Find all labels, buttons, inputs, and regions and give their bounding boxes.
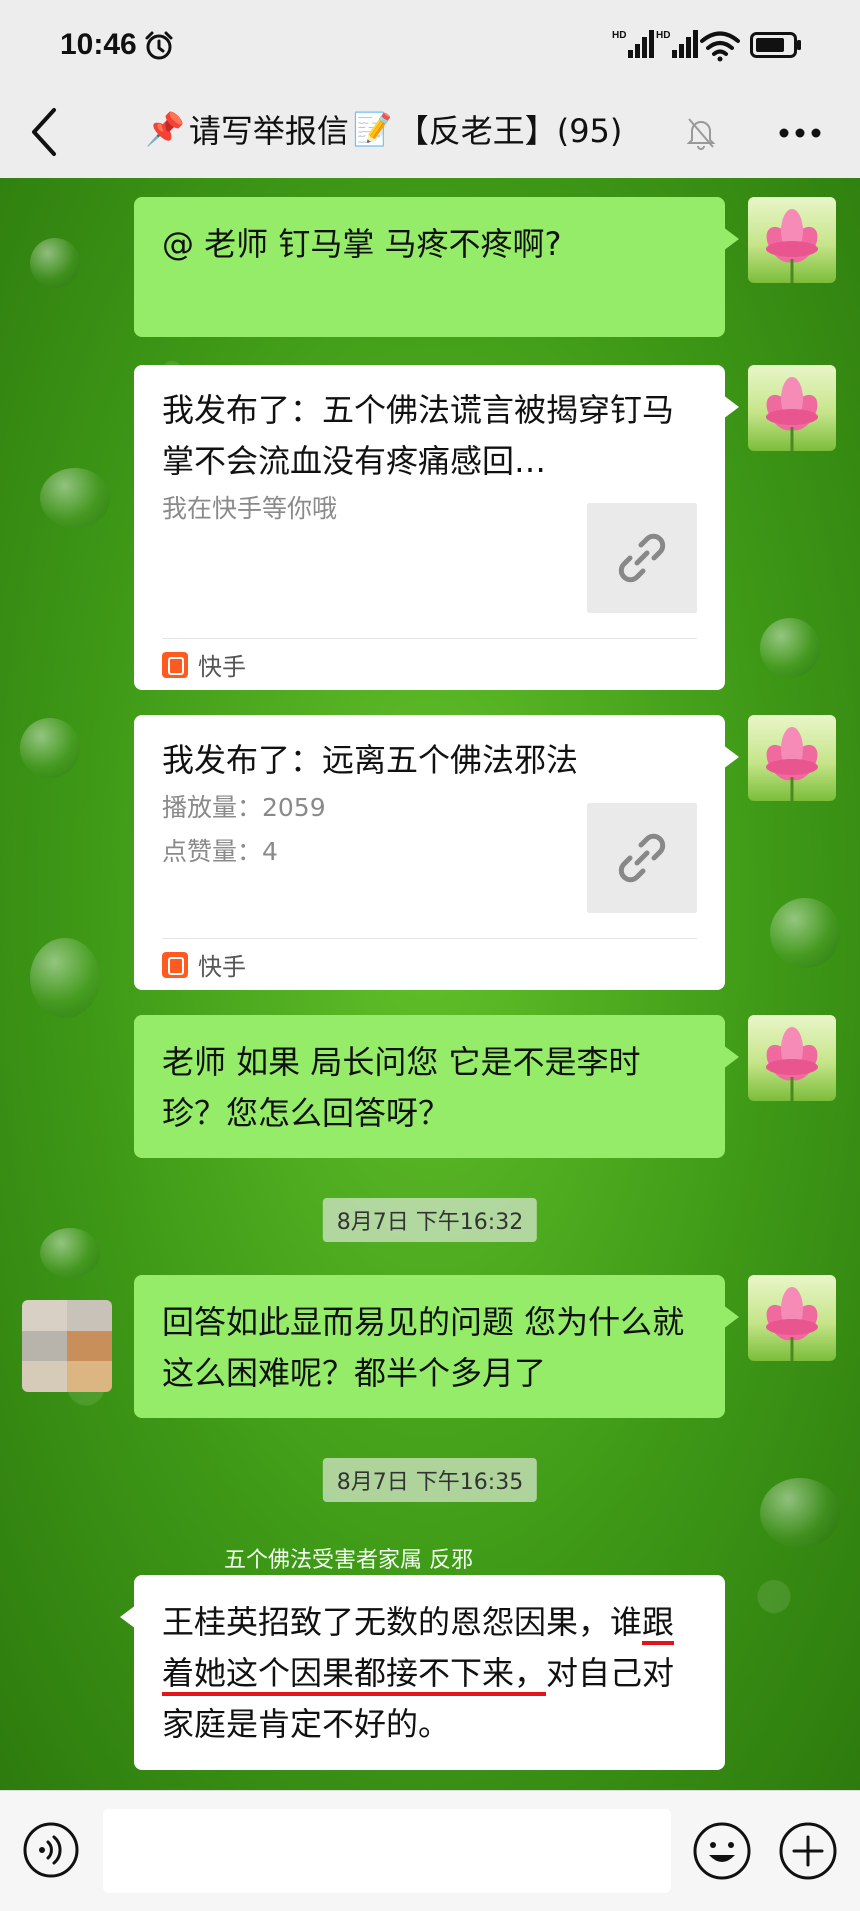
avatar[interactable] xyxy=(748,1015,836,1101)
message-input[interactable] xyxy=(103,1809,671,1893)
more-icon[interactable] xyxy=(776,120,824,146)
chat-title-group: 【反老王】(95) xyxy=(396,112,623,150)
kuaishou-logo xyxy=(162,951,188,978)
alarm-icon xyxy=(145,31,173,60)
emoji-icon[interactable] xyxy=(692,1821,752,1881)
kuaishou-logo xyxy=(162,651,188,678)
sender-avatar[interactable] xyxy=(22,1300,112,1392)
bubble-tail xyxy=(723,227,739,251)
link-card[interactable]: 我发布了：五个佛法谎言被揭穿钉马掌不会流血没有疼痛感回… 我在快手等你哦 快手 xyxy=(134,365,739,690)
link-card[interactable]: 我发布了：远离五个佛法邪法 播放量：2059 点赞量：4 快手 xyxy=(134,715,739,990)
water-drop xyxy=(760,618,820,678)
water-drop xyxy=(40,468,110,528)
svg-text:HD: HD xyxy=(656,30,670,41)
message-text-part: 王桂英招致了无数的恩怨因果，谁 xyxy=(162,1603,643,1641)
signal-icon: HD xyxy=(656,30,698,58)
status-bar: 10:46 HD HD xyxy=(0,0,860,92)
timestamp: 8月7日 下午16:35 xyxy=(322,1458,538,1502)
sender-name: 五个佛法受害者家属 反邪 xyxy=(224,1548,473,1573)
water-drop xyxy=(760,1478,840,1548)
status-time: 10:46 xyxy=(60,28,137,61)
message-text: 老师 如果 局长问您 它是不是李时珍？您怎么回答呀？ xyxy=(162,1043,641,1132)
link-thumbnail xyxy=(587,503,697,613)
wifi-icon xyxy=(700,31,740,62)
avatar[interactable] xyxy=(748,1275,836,1361)
link-icon xyxy=(618,533,666,583)
message-bubble[interactable]: @ 老师 钉马掌 马疼不疼啊? xyxy=(134,197,739,337)
link-icon xyxy=(618,833,666,883)
link-card-footer: 快手 xyxy=(162,938,697,990)
chat-title-text: 请写举报信 xyxy=(188,112,349,150)
link-card-source: 快手 xyxy=(198,953,246,981)
water-drop xyxy=(30,238,80,288)
avatar[interactable] xyxy=(748,715,836,801)
chat-title[interactable]: 📌 请写举报信 📝 【反老王】(95) xyxy=(145,106,622,152)
link-card-title: 我发布了：远离五个佛法邪法 xyxy=(162,741,579,779)
avatar[interactable] xyxy=(748,365,836,451)
bubble-tail xyxy=(723,1305,739,1329)
memo-emoji: 📝 xyxy=(352,110,393,148)
input-bar xyxy=(0,1790,860,1911)
link-card-footer: 快手 xyxy=(162,638,697,690)
bubble-tail xyxy=(120,1605,136,1629)
link-card-title: 我发布了：五个佛法谎言被揭穿钉马掌不会流血没有疼痛感回… xyxy=(162,391,675,480)
pin-emoji: 📌 xyxy=(145,110,185,148)
title-bar: 📌 请写举报信 📝 【反老王】(95) xyxy=(0,92,860,178)
timestamp: 8月7日 下午16:32 xyxy=(322,1198,538,1242)
incoming-message-text: 王桂英招致了无数的恩怨因果，谁跟着她这个因果都接不下来，对自己对家庭是肯定不好的… xyxy=(134,1575,725,1770)
link-card-source: 快手 xyxy=(198,653,246,681)
message-bubble[interactable]: 回答如此显而易见的问题 您为什么就这么困难呢？都半个多月了 xyxy=(134,1275,739,1418)
voice-icon[interactable] xyxy=(22,1821,80,1879)
back-icon[interactable] xyxy=(26,106,62,158)
water-drop xyxy=(770,898,840,968)
mute-icon xyxy=(686,118,716,150)
link-thumbnail xyxy=(587,803,697,913)
incoming-message-bubble[interactable]: 王桂英招致了无数的恩怨因果，谁跟着她这个因果都接不下来，对自己对家庭是肯定不好的… xyxy=(120,1575,725,1770)
water-drop xyxy=(30,938,100,1018)
bubble-tail xyxy=(723,745,739,769)
message-text: 回答如此显而易见的问题 您为什么就这么困难呢？都半个多月了 xyxy=(162,1303,685,1392)
message-text: @ 老师 钉马掌 马疼不疼啊? xyxy=(162,225,562,263)
bubble-tail xyxy=(723,1045,739,1069)
water-drop xyxy=(20,718,80,778)
plus-icon[interactable] xyxy=(778,1821,838,1881)
signal-icon: HD xyxy=(612,30,654,58)
battery-icon xyxy=(750,32,801,58)
avatar[interactable] xyxy=(748,197,836,283)
svg-text:HD: HD xyxy=(612,30,626,41)
bubble-tail xyxy=(723,395,739,419)
water-drop xyxy=(40,1228,100,1278)
message-bubble[interactable]: 老师 如果 局长问您 它是不是李时珍？您怎么回答呀？ xyxy=(134,1015,739,1158)
